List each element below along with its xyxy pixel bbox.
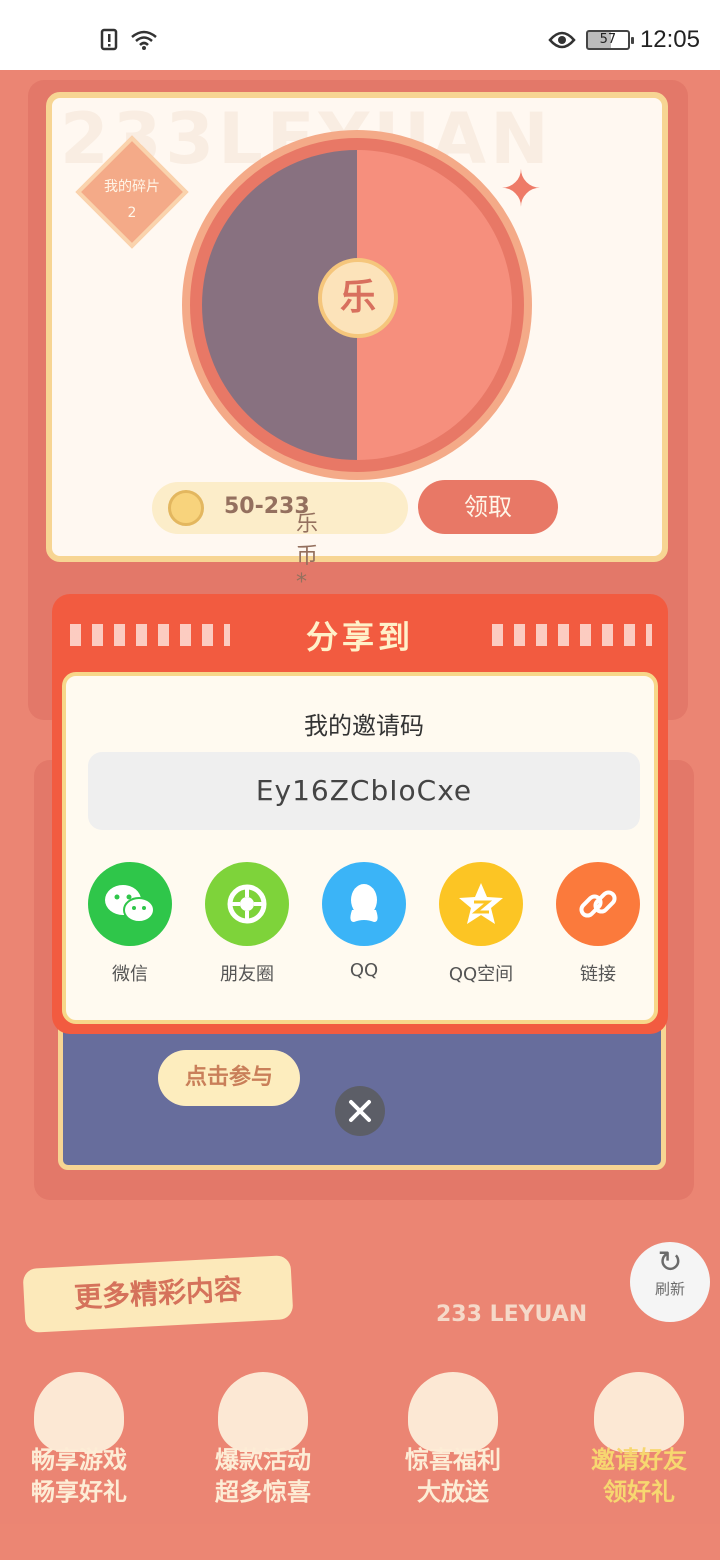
eye-icon (548, 31, 576, 49)
qq-icon (322, 862, 406, 946)
clock: 12:05 (639, 26, 700, 53)
qzone-icon (439, 862, 523, 946)
wifi-icon (131, 30, 157, 50)
share-wechat[interactable]: 微信 (80, 862, 180, 986)
moments-icon (205, 862, 289, 946)
share-link[interactable]: 链接 (548, 862, 648, 986)
share-label: 微信 (112, 964, 148, 985)
battery-icon: 57 (585, 30, 634, 50)
status-bar: 57 12:05 (0, 0, 720, 70)
share-moments[interactable]: 朋友圈 (197, 862, 297, 986)
dialog-body: 我的邀请码 Ey16ZCbIoCxe 微信 朋友圈 QQ QQ空间 链接 (62, 672, 658, 1024)
close-icon (349, 1100, 371, 1122)
close-button[interactable] (335, 1086, 385, 1136)
share-label: 朋友圈 (220, 964, 274, 985)
share-qzone[interactable]: QQ空间 (431, 862, 531, 986)
dialog-title: 分享到 (305, 618, 414, 656)
alert-icon (100, 28, 118, 51)
share-dialog: 分享到 我的邀请码 Ey16ZCbIoCxe 微信 朋友圈 QQ QQ空间 链接 (52, 594, 668, 1034)
share-label: QQ (349, 960, 379, 981)
invite-code[interactable]: Ey16ZCbIoCxe (88, 752, 640, 830)
share-label: QQ空间 (448, 964, 514, 985)
share-label: 链接 (580, 964, 616, 985)
link-icon (556, 862, 640, 946)
invite-code-label: 我的邀请码 (304, 712, 424, 740)
wechat-icon (88, 862, 172, 946)
share-qq[interactable]: QQ (314, 862, 414, 981)
